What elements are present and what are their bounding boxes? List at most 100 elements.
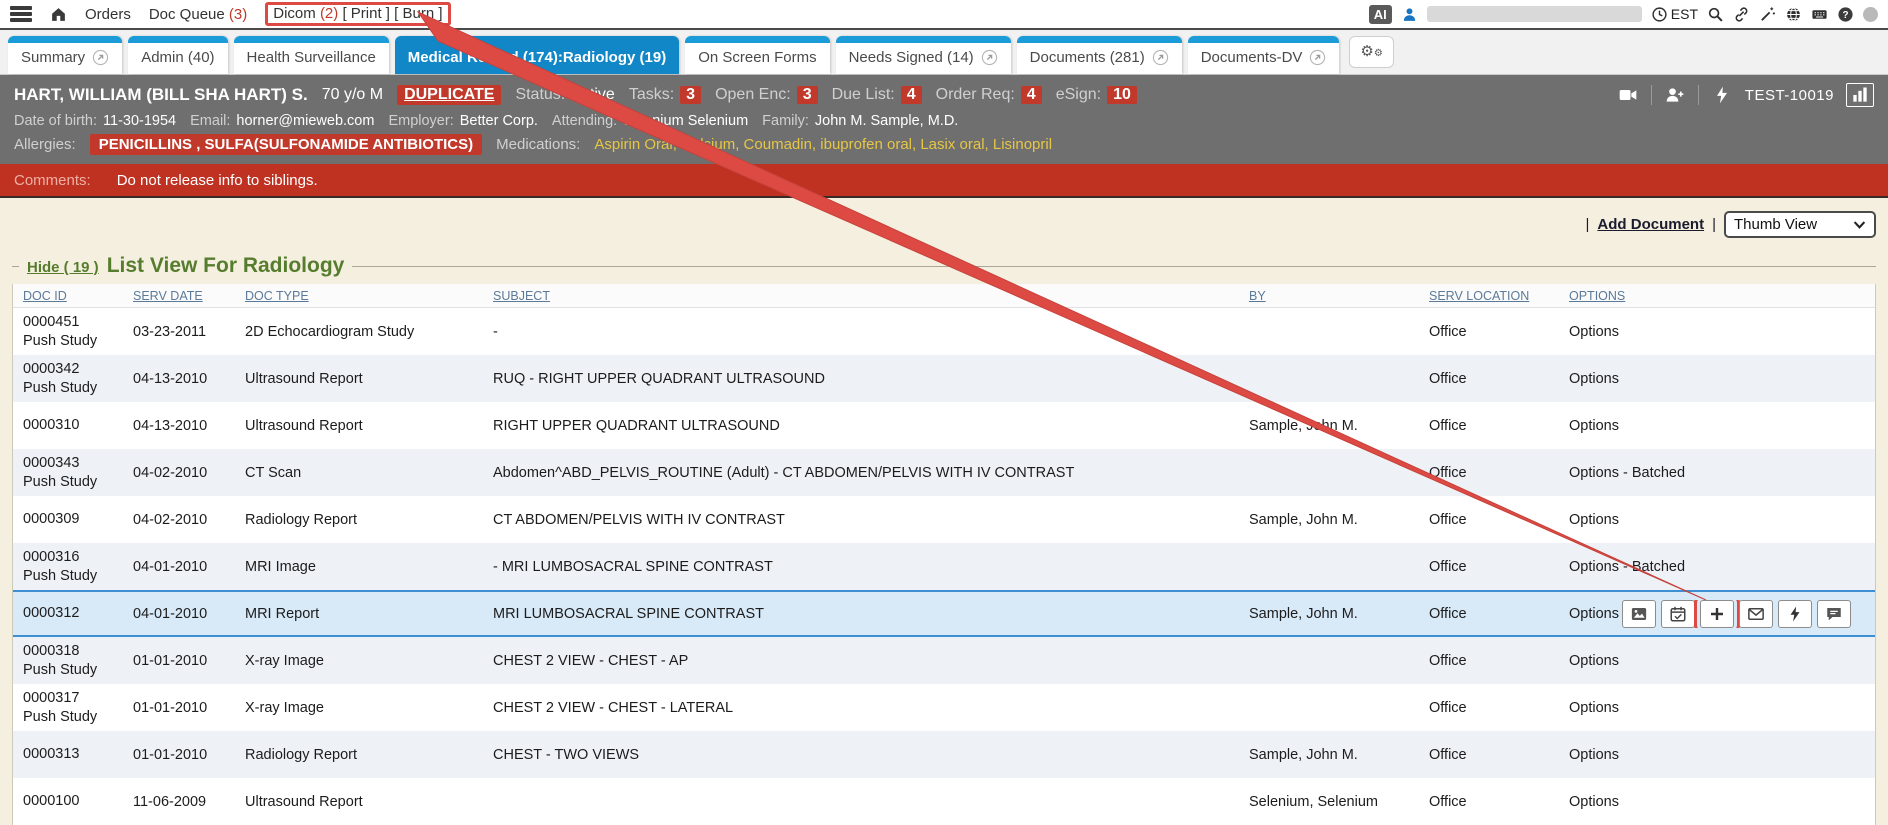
- doc-id-note: Push Study: [23, 708, 113, 727]
- patient-header: HART, WILLIAM (BILL SHA HART) S. 70 y/o …: [0, 75, 1888, 164]
- doc-id: 0000309: [23, 510, 113, 529]
- calendar-icon: [1669, 605, 1687, 623]
- column-header-serv-date[interactable]: SERV DATE: [123, 289, 235, 303]
- options-link[interactable]: Options: [1569, 418, 1619, 434]
- home-icon[interactable]: [50, 6, 67, 23]
- doc-id-note: Push Study: [23, 379, 113, 398]
- options-link[interactable]: Options: [1569, 512, 1619, 528]
- open-image-button[interactable]: [1622, 600, 1656, 628]
- employer-value: Better Corp.: [460, 113, 538, 129]
- doc-id-cell: 0000310: [13, 416, 123, 435]
- table-row[interactable]: 000031301-01-2010Radiology ReportCHEST -…: [13, 731, 1875, 778]
- hide-list-link[interactable]: Hide ( 19 ): [27, 259, 99, 276]
- options-link[interactable]: Options: [1569, 794, 1619, 810]
- row-action-buttons: [1622, 600, 1865, 628]
- nav-right-cluster: AI EST ?: [1369, 5, 1878, 24]
- video-camera-icon[interactable]: [1617, 85, 1639, 105]
- link-icon[interactable]: [1733, 6, 1750, 23]
- options-link[interactable]: Options: [1569, 653, 1619, 669]
- serv-date-cell: 04-13-2010: [123, 371, 235, 387]
- doc-type-cell: CT Scan: [235, 465, 483, 481]
- table-row[interactable]: 000031204-01-2010MRI ReportMRI LUMBOSACR…: [13, 590, 1875, 637]
- nav-dicom[interactable]: Dicom (2) [ Print ] [ Burn ]: [273, 5, 442, 22]
- column-header-serv-location[interactable]: SERV LOCATION: [1419, 289, 1559, 303]
- nav-dicom-print[interactable]: [ Print ]: [342, 5, 390, 22]
- options-link[interactable]: Options - Batched: [1569, 465, 1685, 481]
- column-header-subject[interactable]: SUBJECT: [483, 289, 1239, 303]
- duplicate-badge[interactable]: DUPLICATE: [397, 85, 501, 105]
- timezone-indicator[interactable]: EST: [1651, 6, 1698, 23]
- ai-badge[interactable]: AI: [1369, 5, 1392, 24]
- options-cell: Options: [1559, 600, 1875, 628]
- column-header-doc-type[interactable]: DOC TYPE: [235, 289, 483, 303]
- options-link[interactable]: Options: [1569, 324, 1619, 340]
- by-cell: Sample, John M.: [1239, 747, 1419, 763]
- user-icon[interactable]: [1401, 6, 1418, 23]
- add-button[interactable]: [1700, 600, 1734, 628]
- doc-id: 0000100: [23, 792, 113, 811]
- globe-icon[interactable]: [1785, 6, 1802, 23]
- doc-id: 0000342: [23, 360, 113, 379]
- patient-header-tools: TEST-10019: [1617, 83, 1874, 107]
- counter-tasks[interactable]: Tasks: 3: [629, 86, 701, 104]
- table-row[interactable]: 0000316Push Study04-01-2010MRI Image- MR…: [13, 543, 1875, 590]
- table-row[interactable]: 0000451Push Study03-23-20112D Echocardio…: [13, 308, 1875, 355]
- tab-admin-40[interactable]: Admin (40): [128, 36, 227, 74]
- tab-settings[interactable]: ⚙⚙: [1349, 36, 1393, 68]
- tab-label: Needs Signed (14): [849, 49, 974, 66]
- chevron-down-icon: [1853, 218, 1866, 231]
- table-row[interactable]: 0000342Push Study04-13-2010Ultrasound Re…: [13, 355, 1875, 402]
- keyboard-icon[interactable]: [1811, 6, 1828, 23]
- options-link[interactable]: Options - Batched: [1569, 559, 1685, 575]
- search-icon[interactable]: [1707, 6, 1724, 23]
- tab-health-surveillance[interactable]: Health Surveillance: [234, 36, 389, 74]
- options-link[interactable]: Options: [1569, 747, 1619, 763]
- counter-due-list[interactable]: Due List: 4: [832, 86, 922, 104]
- options-link[interactable]: Options: [1569, 371, 1619, 387]
- column-header-options[interactable]: OPTIONS: [1559, 289, 1875, 303]
- tab-medical-record-174-radiology-19[interactable]: Medical Record (174):Radiology (19): [395, 36, 679, 74]
- doc-id-cell: 0000342Push Study: [13, 360, 123, 398]
- counter-open-enc[interactable]: Open Enc: 3: [715, 86, 818, 104]
- bolt-icon: [1786, 605, 1804, 623]
- tab-needs-signed-14[interactable]: Needs Signed (14): [836, 36, 1011, 74]
- medications-list[interactable]: Aspirin Oral, Calcium, Coumadin, ibuprof…: [594, 136, 1052, 153]
- nav-orders[interactable]: Orders: [85, 6, 131, 23]
- counter-esign[interactable]: eSign: 10: [1056, 86, 1137, 104]
- options-link[interactable]: Options: [1569, 606, 1619, 622]
- nav-dicom-burn[interactable]: [ Burn ]: [394, 5, 442, 22]
- table-row[interactable]: 000031004-13-2010Ultrasound ReportRIGHT …: [13, 402, 1875, 449]
- add-document-link[interactable]: Add Document: [1597, 216, 1704, 233]
- clock-icon: [1651, 6, 1668, 23]
- quick-action-button[interactable]: [1778, 600, 1812, 628]
- comment-button[interactable]: [1817, 600, 1851, 628]
- column-header-by[interactable]: BY: [1239, 289, 1419, 303]
- flowsheet-chart-icon[interactable]: [1846, 83, 1874, 107]
- help-icon[interactable]: ?: [1837, 6, 1854, 23]
- tab-summary[interactable]: Summary: [8, 36, 122, 74]
- column-header-doc-id[interactable]: DOC ID: [13, 289, 123, 303]
- subject-cell: CHEST - TWO VIEWS: [483, 747, 1239, 763]
- menu-icon[interactable]: [10, 6, 32, 22]
- nav-doc-queue[interactable]: Doc Queue (3): [149, 6, 247, 23]
- serv-date-cell: 04-01-2010: [123, 559, 235, 575]
- tab-on-screen-forms[interactable]: On Screen Forms: [685, 36, 829, 74]
- email-button[interactable]: [1739, 600, 1773, 628]
- table-row[interactable]: 0000317Push Study01-01-2010X-ray ImageCH…: [13, 684, 1875, 731]
- tab-documents-dv[interactable]: Documents-DV: [1188, 36, 1340, 74]
- table-row[interactable]: 0000318Push Study01-01-2010X-ray ImageCH…: [13, 637, 1875, 684]
- calendar-button[interactable]: [1661, 600, 1695, 628]
- allergies-badge[interactable]: PENICILLINS , SULFA(SULFONAMIDE ANTIBIOT…: [90, 134, 482, 155]
- lightning-icon[interactable]: [1711, 85, 1733, 105]
- tab-documents-281[interactable]: Documents (281): [1017, 36, 1182, 74]
- serv-location-cell: Office: [1419, 700, 1559, 716]
- view-mode-select[interactable]: Thumb View: [1724, 211, 1876, 238]
- table-row[interactable]: 0000343Push Study04-02-2010CT ScanAbdome…: [13, 449, 1875, 496]
- add-person-icon[interactable]: [1664, 85, 1686, 105]
- options-link[interactable]: Options: [1569, 700, 1619, 716]
- table-row[interactable]: 000030904-02-2010Radiology ReportCT ABDO…: [13, 496, 1875, 543]
- wand-icon[interactable]: [1759, 6, 1776, 23]
- image-icon: [1630, 605, 1648, 623]
- table-row[interactable]: 000010011-06-2009Ultrasound ReportSeleni…: [13, 778, 1875, 825]
- counter-order-req[interactable]: Order Req: 4: [936, 86, 1042, 104]
